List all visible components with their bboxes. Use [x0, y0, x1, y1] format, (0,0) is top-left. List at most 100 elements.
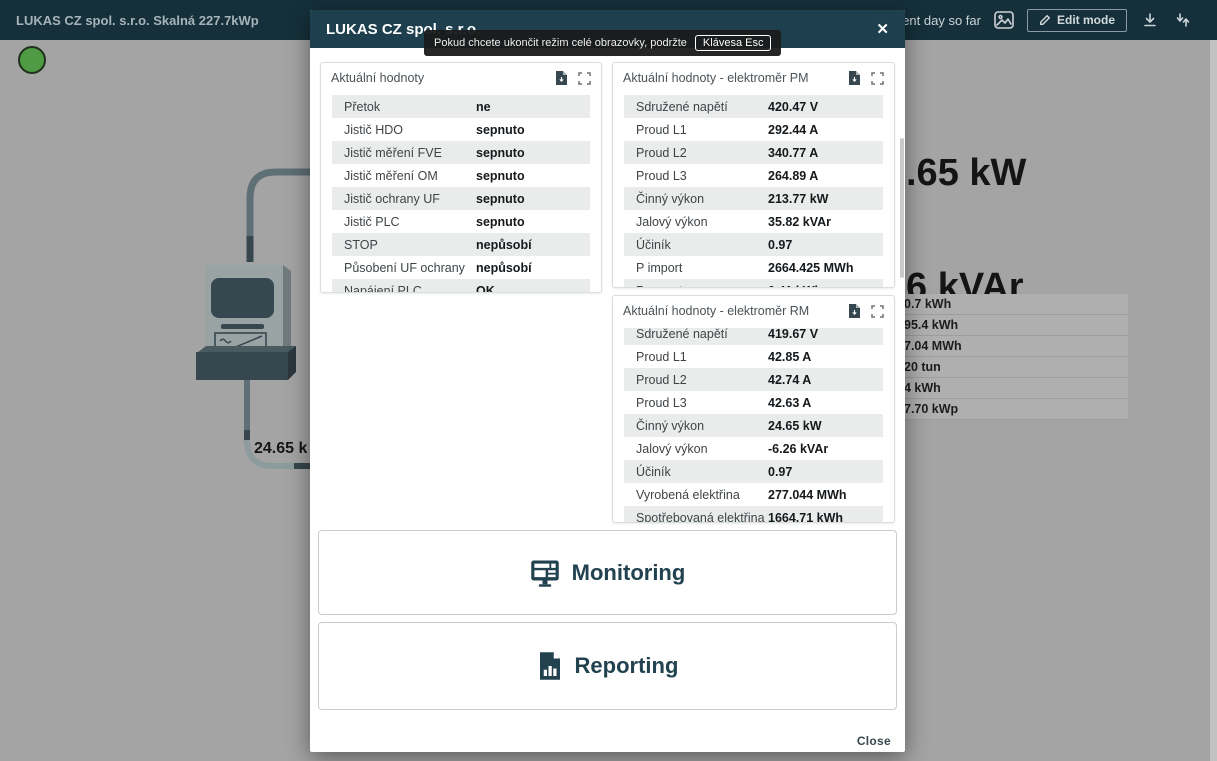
value-row: Napájení PLCOK	[332, 279, 590, 292]
value-row: Sdružené napětí419.67 V	[624, 328, 883, 345]
modal-scrollbar[interactable]	[900, 138, 904, 278]
row-label: Napájení PLC	[344, 284, 476, 293]
active-power-value: .65 kW	[906, 152, 1026, 195]
row-value: sepnuto	[476, 192, 525, 206]
row-value: sepnuto	[476, 146, 525, 160]
row-label: Jistič HDO	[344, 123, 476, 137]
panel-title: Aktuální hodnoty - elektroměr PM	[623, 71, 838, 85]
row-label: Jistič PLC	[344, 215, 476, 229]
row-value: 24.65 kW	[768, 419, 822, 433]
value-table: Sdružené napětí419.67 VProud L142.85 APr…	[624, 328, 883, 522]
row-label: Jistič měření OM	[344, 169, 476, 183]
value-row: Proud L2340.77 A	[624, 141, 883, 164]
status-indicator	[18, 46, 46, 74]
expand-icon[interactable]	[870, 71, 884, 85]
row-value: 277.044 MWh	[768, 488, 847, 502]
value-row: Účiník0.97	[624, 460, 883, 483]
expand-icon[interactable]	[870, 304, 884, 318]
panel-current-values: Aktuální hodnoty PřetokneJistič HDOsepnu…	[320, 62, 602, 293]
row-label: Sdružené napětí	[636, 328, 768, 341]
site-modal: LUKAS CZ spol. s.r.o. ✕ Aktuální hodnoty…	[310, 10, 905, 752]
row-label: Účiník	[636, 465, 768, 479]
expand-icon[interactable]	[577, 71, 591, 85]
report-icon	[537, 651, 563, 681]
inverter-base	[196, 352, 288, 380]
value-row: P export0.41 kWh	[624, 279, 883, 287]
value-row: Proud L242.74 A	[624, 368, 883, 391]
row-label: Proud L2	[636, 146, 768, 160]
monitoring-label: Monitoring	[572, 560, 686, 586]
value-row: P import2664.425 MWh	[624, 256, 883, 279]
row-label: P import	[636, 261, 768, 275]
row-label: Účiník	[636, 238, 768, 252]
row-label: Proud L1	[636, 350, 768, 364]
page-scrollbar[interactable]	[1210, 40, 1217, 761]
row-value: 0.97	[768, 238, 792, 252]
reporting-button[interactable]: Reporting	[318, 622, 897, 710]
inverter-screen	[211, 278, 274, 318]
row-label: Působení UF ochrany	[344, 261, 476, 275]
pencil-icon	[1039, 14, 1051, 26]
value-row: Spotřebovaná elektřina1664.71 kWh	[624, 506, 883, 522]
reporting-label: Reporting	[575, 653, 679, 679]
export-file-icon[interactable]	[554, 71, 568, 85]
row-label: P export	[636, 284, 768, 288]
row-label: Jalový výkon	[636, 442, 768, 456]
row-value: 0.97	[768, 465, 792, 479]
panel-meter-pm: Aktuální hodnoty - elektroměr PM Sdružen…	[612, 62, 895, 288]
row-value: sepnuto	[476, 215, 525, 229]
value-row: Sdružené napětí420.47 V	[624, 95, 883, 118]
inverter-schematic	[140, 150, 325, 480]
row-value: 1664.71 kWh	[768, 511, 843, 523]
value-row: Proud L3264.89 A	[624, 164, 883, 187]
row-label: Vyrobená elektřina	[636, 488, 768, 502]
value-row: Jistič měření FVEsepnuto	[332, 141, 590, 164]
value-row: Přetokne	[332, 95, 590, 118]
row-value: sepnuto	[476, 169, 525, 183]
row-value: nepůsobí	[476, 261, 532, 275]
value-row: Činný výkon24.65 kW	[624, 414, 883, 437]
edit-mode-button[interactable]: Edit mode	[1027, 9, 1127, 32]
value-row: Jistič HDOsepnuto	[332, 118, 590, 141]
row-label: Činný výkon	[636, 419, 768, 433]
panel-title: Aktuální hodnoty - elektroměr RM	[623, 304, 838, 318]
value-row: Účiník0.97	[624, 233, 883, 256]
export-file-icon[interactable]	[847, 71, 861, 85]
inverter-power-label: 24.65 k	[254, 440, 307, 458]
download-icon[interactable]	[1140, 10, 1160, 30]
value-row: Jalový výkon35.82 kVAr	[624, 210, 883, 233]
row-label: Jistič měření FVE	[344, 146, 476, 160]
row-label: Spotřebovaná elektřina	[636, 511, 768, 523]
row-label: Proud L3	[636, 396, 768, 410]
dashboard-title: LUKAS CZ spol. s.r.o. Skalná 227.7kWp	[16, 0, 259, 40]
row-value: 0.41 kWh	[768, 284, 822, 288]
value-row: STOPnepůsobí	[332, 233, 590, 256]
row-label: Sdružené napětí	[636, 100, 768, 114]
export-file-icon[interactable]	[847, 304, 861, 318]
row-label: Jalový výkon	[636, 215, 768, 229]
row-value: -6.26 kVAr	[768, 442, 828, 456]
row-value: sepnuto	[476, 123, 525, 137]
value-row: Proud L142.85 A	[624, 345, 883, 368]
row-value: 292.44 A	[768, 123, 818, 137]
monitoring-button[interactable]: Monitoring	[318, 530, 897, 615]
value-row: Jalový výkon-6.26 kVAr	[624, 437, 883, 460]
row-value: OK	[476, 284, 495, 293]
value-row: Vyrobená elektřina277.044 MWh	[624, 483, 883, 506]
row-value: 2664.425 MWh	[768, 261, 853, 275]
row-label: Proud L3	[636, 169, 768, 183]
row-value: 213.77 kW	[768, 192, 828, 206]
value-row: Jistič měření OMsepnuto	[332, 164, 590, 187]
image-export-icon[interactable]	[994, 10, 1014, 30]
row-value: 42.74 A	[768, 373, 811, 387]
row-value: 42.63 A	[768, 396, 811, 410]
row-label: Proud L2	[636, 373, 768, 387]
value-row: Jistič ochrany UFsepnuto	[332, 187, 590, 210]
row-value: 35.82 kVAr	[768, 215, 831, 229]
close-button[interactable]: Close	[857, 734, 891, 748]
exit-fullscreen-icon[interactable]	[1173, 10, 1193, 30]
row-label: Přetok	[344, 100, 476, 114]
close-icon[interactable]: ✕	[876, 22, 889, 37]
row-value: 264.89 A	[768, 169, 818, 183]
monitor-icon	[530, 559, 560, 587]
